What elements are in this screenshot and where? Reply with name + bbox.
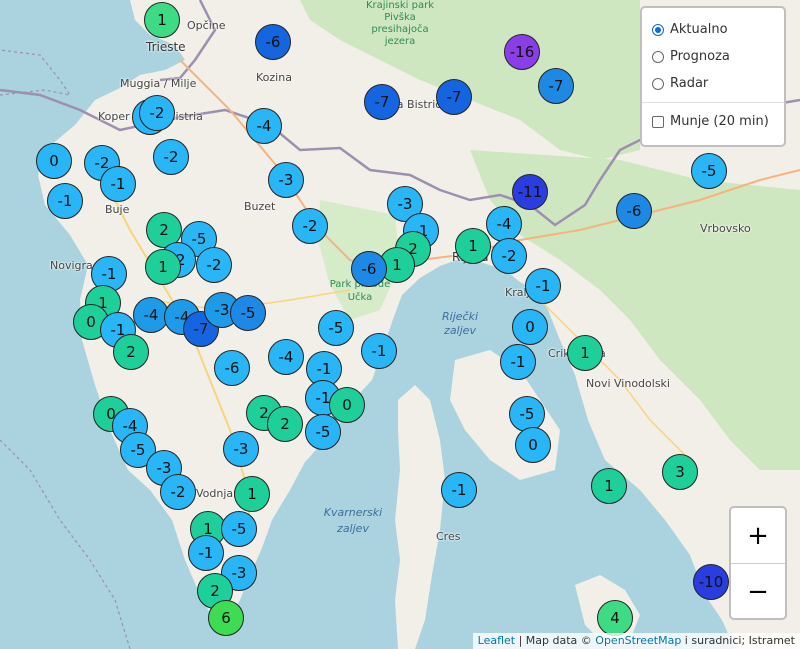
layer-control: Aktualno Prognoza Radar Munje (20 min) [640,6,786,147]
station-marker[interactable]: 0 [512,309,548,345]
station-marker[interactable]: 1 [567,335,603,371]
divider [642,102,784,103]
station-marker[interactable]: -2 [196,247,232,283]
station-marker[interactable]: -2 [491,238,527,274]
label-cres: Cres [436,530,461,543]
label-novi-vinodolski: Novi Vinodolski [586,377,670,390]
station-marker[interactable]: -1 [188,535,224,571]
radio-selected[interactable] [652,23,664,36]
label-muggia: Muggia / Milje [120,77,197,90]
station-marker[interactable]: -2 [153,139,189,175]
maritime-border [0,49,72,96]
station-marker[interactable]: -4 [486,206,522,242]
station-marker[interactable]: 3 [662,454,698,490]
station-marker[interactable]: -2 [292,208,328,244]
station-marker[interactable]: 0 [36,143,72,179]
layer-option-aktualno[interactable]: Aktualno [652,16,774,43]
station-marker[interactable]: -4 [246,108,282,144]
leaflet-link[interactable]: Leaflet [478,634,515,647]
station-marker[interactable]: 0 [515,427,551,463]
station-marker[interactable]: -6 [616,193,652,229]
zoom-out-button[interactable]: − [731,563,785,619]
attribution: Leaflet | Map data © OpenStreetMap i sur… [472,633,800,649]
label-buje: Buje [105,203,130,216]
station-marker[interactable]: 2 [267,406,303,442]
label-kvarner: Kvarnerski zaljev [323,506,383,535]
checkbox[interactable] [652,115,664,128]
maritime-border-2 [0,439,131,649]
station-marker[interactable]: -5 [221,511,257,547]
station-marker[interactable]: 1 [145,249,181,285]
station-marker[interactable]: -2 [139,95,175,131]
layer-option-prognoza[interactable]: Prognoza [652,43,774,70]
zoom-control: + − [729,506,787,620]
station-marker[interactable]: -1 [525,268,561,304]
label-rijecki-zaljev: Riječki zaljev [442,310,478,337]
station-marker[interactable]: -1 [361,333,397,369]
station-marker[interactable]: 6 [208,600,244,636]
overlay-munje[interactable]: Munje (20 min) [652,108,774,135]
station-marker[interactable]: -16 [504,34,540,70]
radio-unselected[interactable] [652,50,664,63]
map[interactable]: Trieste Opčine Muggia / Milje Koper / Ca… [0,0,800,649]
label-buzet: Buzet [244,200,276,213]
station-marker[interactable]: -7 [436,79,472,115]
station-marker[interactable]: -7 [538,68,574,104]
station-marker[interactable]: -5 [230,295,266,331]
station-marker[interactable]: -3 [223,431,259,467]
station-marker[interactable]: -1 [500,344,536,380]
station-marker[interactable]: -4 [268,339,304,375]
station-marker[interactable]: -6 [351,251,387,287]
station-marker[interactable]: -1 [100,166,136,202]
zoom-in-button[interactable]: + [731,508,785,563]
station-marker[interactable]: -2 [160,474,196,510]
station-marker[interactable]: -6 [214,350,250,386]
label-trieste: Trieste [146,40,186,54]
label-kozina: Kozina [256,71,292,84]
station-marker[interactable]: 4 [597,600,633,636]
station-marker[interactable]: -5 [305,414,341,450]
station-marker[interactable]: 1 [591,468,627,504]
station-marker[interactable]: -11 [512,174,548,210]
station-marker[interactable]: -3 [268,162,304,198]
osm-link[interactable]: OpenStreetMap [595,634,681,647]
station-marker[interactable]: 1 [455,228,491,264]
label-vrbovsko: Vrbovsko [700,222,751,235]
station-marker[interactable]: -5 [318,310,354,346]
layer-option-radar[interactable]: Radar [652,70,774,97]
station-marker[interactable]: 1 [144,2,180,38]
station-marker[interactable]: -1 [441,472,477,508]
station-marker[interactable]: -1 [47,183,83,219]
label-opcine: Opčine [187,19,226,32]
station-marker[interactable]: -6 [255,24,291,60]
station-marker[interactable]: -10 [693,564,729,600]
station-marker[interactable]: 1 [234,476,270,512]
station-marker[interactable]: 2 [113,334,149,370]
cres-island [395,385,445,649]
label-park-pivka: Krajinski park Pivška presihajoča jezera [365,0,435,47]
station-marker[interactable]: -5 [691,153,727,189]
radio-unselected[interactable] [652,77,664,90]
station-marker[interactable]: -5 [509,396,545,432]
station-marker[interactable]: -7 [364,84,400,120]
